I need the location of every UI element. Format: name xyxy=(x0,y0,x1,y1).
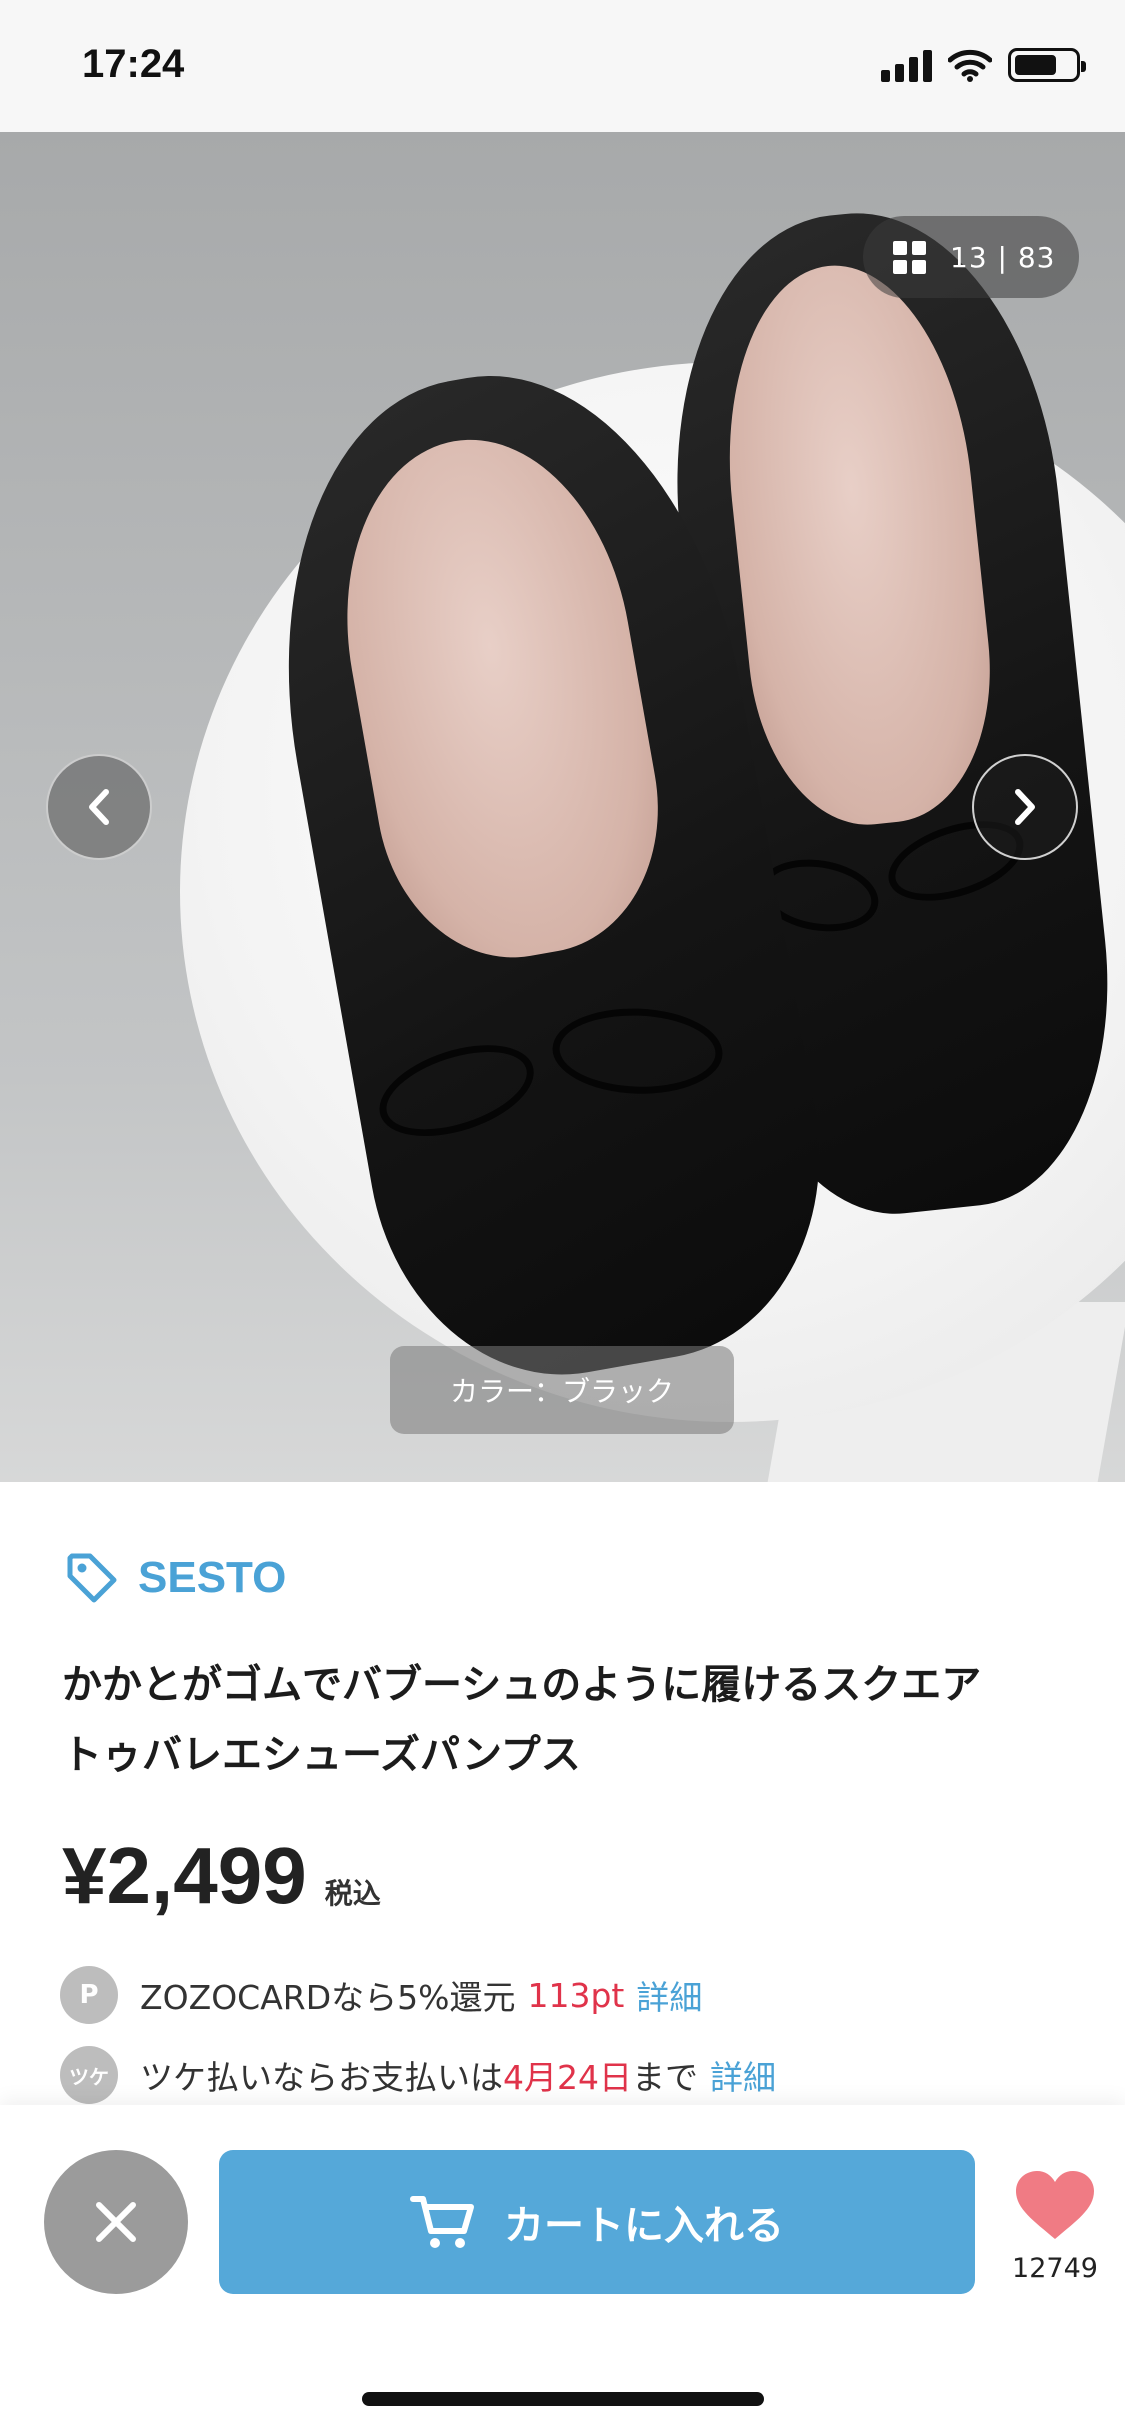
home-indicator xyxy=(362,2392,764,2406)
wifi-icon xyxy=(948,49,992,82)
grid-icon xyxy=(893,240,926,274)
image-counter-button[interactable]: 13 | 83 xyxy=(863,216,1079,298)
tax-label: 税込 xyxy=(324,1877,381,1910)
tsuke-details-link[interactable]: 詳細 xyxy=(710,2051,776,2099)
color-label: カラー：ブラック xyxy=(390,1346,734,1434)
tsuke-date: 4月24日 xyxy=(503,2058,632,2097)
product-image-gallery[interactable]: 13 | 83 カラー：ブラック xyxy=(0,132,1125,1482)
battery-icon xyxy=(1008,48,1086,82)
product-title-line-1: かかとがゴムでバブーシュのように履けるスクエア xyxy=(62,1662,982,1708)
product-title: かかとがゴムでバブーシュのように履けるスクエア トゥバレエシューズパンプス xyxy=(62,1650,1062,1790)
brand-link[interactable]: SESTO xyxy=(64,1550,286,1606)
price-row: ¥2,499 税込 xyxy=(62,1830,381,1922)
next-image-button[interactable] xyxy=(972,754,1078,860)
zozocard-points-row: P ZOZOCARDなら5%還元 113pt 詳細 xyxy=(60,1966,702,2024)
heart-icon xyxy=(1016,2171,1094,2239)
chevron-right-icon xyxy=(1015,789,1035,825)
tsuke-suffix: まで xyxy=(632,2058,698,2097)
tsuke-icon: ツケ xyxy=(60,2046,118,2104)
add-to-cart-button[interactable]: カートに入れる xyxy=(219,2150,975,2294)
cellular-signal-icon xyxy=(881,48,932,82)
product-title-line-2: トゥバレエシューズパンプス xyxy=(62,1732,581,1778)
favorite-button[interactable]: 12749 xyxy=(1000,2169,1110,2284)
close-button[interactable] xyxy=(44,2150,188,2294)
chevron-left-icon xyxy=(89,789,109,825)
add-to-cart-label: カートに入れる xyxy=(504,2203,784,2249)
cart-icon xyxy=(410,2196,474,2248)
image-counter: 13 | 83 xyxy=(950,240,1056,274)
bottom-action-bar: カートに入れる 12749 xyxy=(0,2105,1125,2436)
points-text: ZOZOCARDなら5%還元 xyxy=(140,1978,516,2017)
points-icon: P xyxy=(60,1966,118,2024)
close-icon xyxy=(96,2202,136,2242)
status-bar: 17:24 xyxy=(0,0,1125,132)
brand-name: SESTO xyxy=(138,1553,287,1602)
previous-image-button[interactable] xyxy=(46,754,152,860)
points-amount: 113pt xyxy=(527,1975,625,2015)
battery-level xyxy=(1015,55,1056,75)
product-price: ¥2,499 xyxy=(62,1831,307,1920)
tsuke-payment-row: ツケ ツケ払いならお支払いは 4月24日 まで 詳細 xyxy=(60,2046,776,2104)
status-time: 17:24 xyxy=(82,42,185,86)
status-icons xyxy=(881,48,1086,82)
tag-icon xyxy=(67,1553,117,1603)
points-details-link[interactable]: 詳細 xyxy=(636,1971,702,2019)
favorite-count: 12749 xyxy=(1012,2253,1098,2284)
tsuke-text: ツケ払いならお支払いは xyxy=(140,2058,503,2097)
